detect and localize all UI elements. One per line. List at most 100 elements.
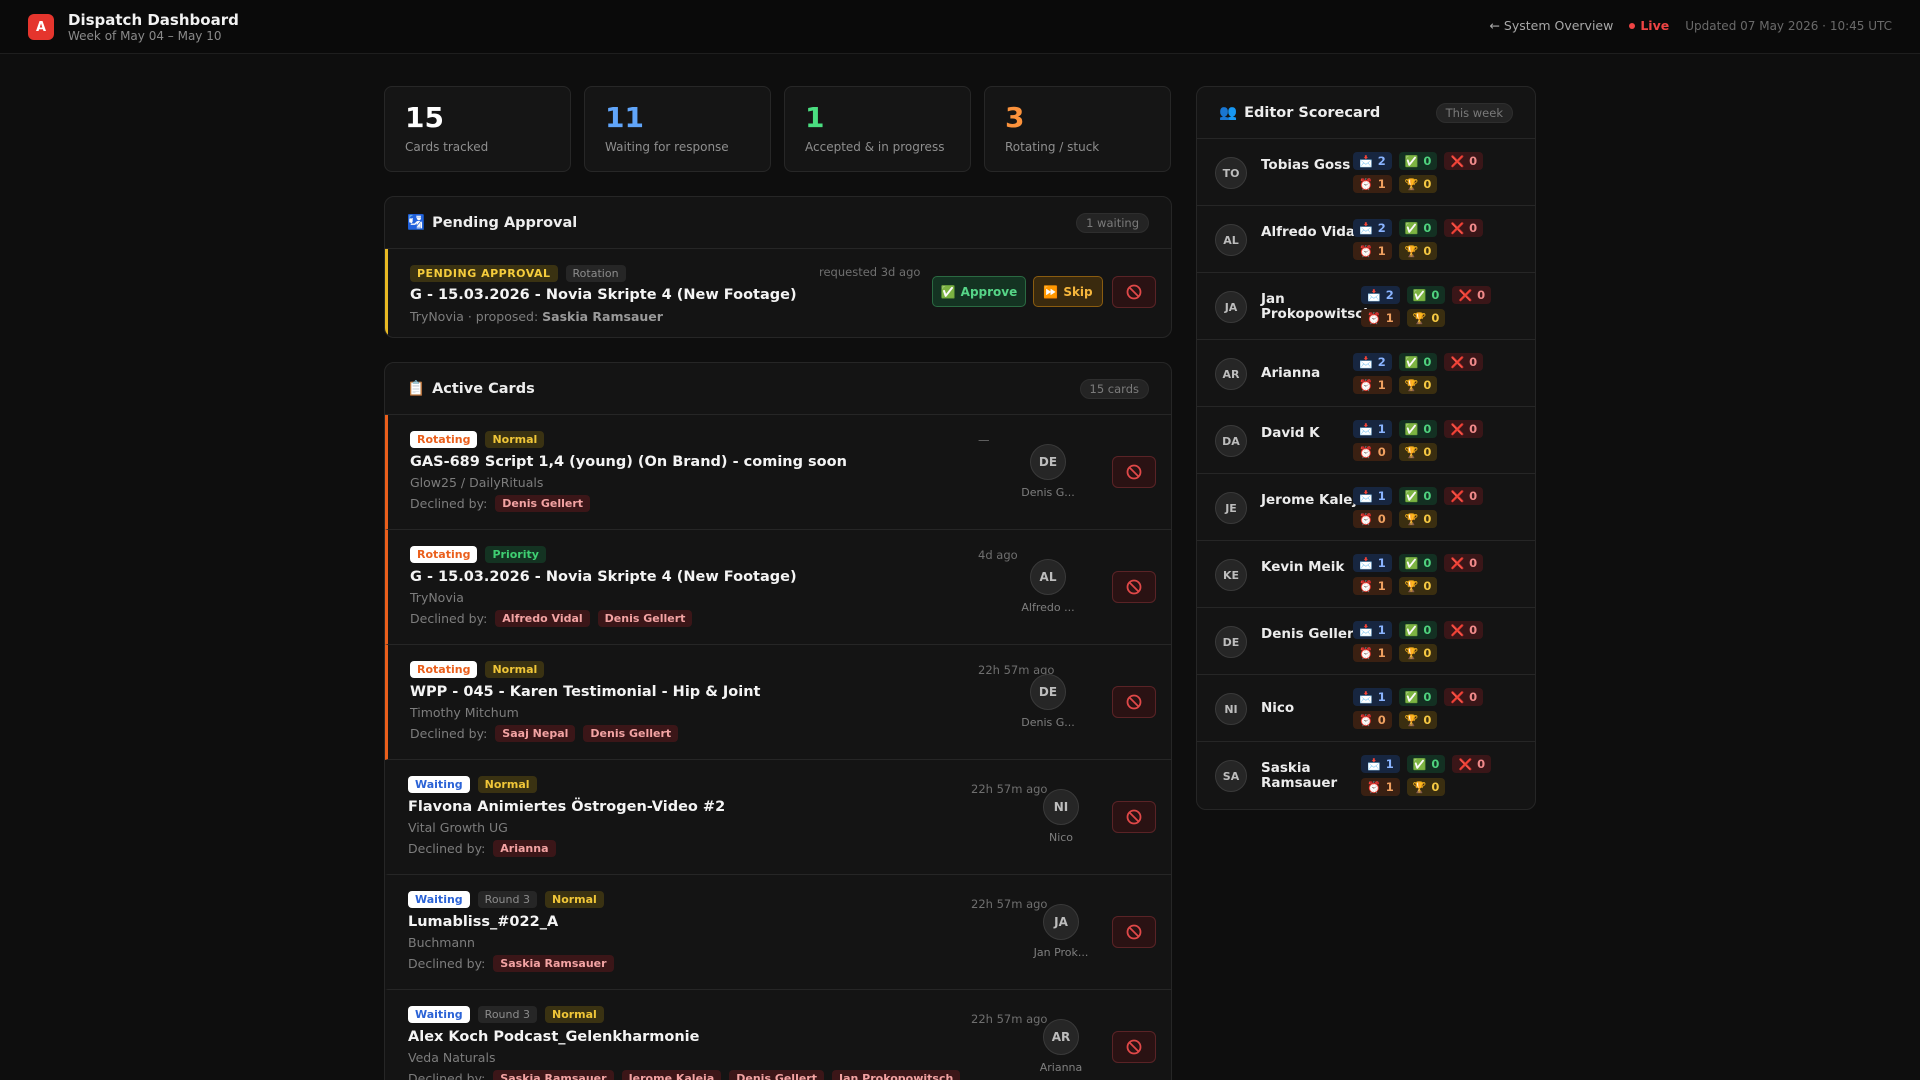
trophy-stat: 🏆 0: [1398, 242, 1438, 260]
app-logo: A: [28, 14, 54, 40]
avatar: NI: [1043, 789, 1079, 825]
reject-button[interactable]: [1112, 916, 1156, 948]
card-client: Veda Naturals: [408, 1050, 496, 1065]
accepted-count: 0: [1423, 221, 1432, 235]
skip-button[interactable]: ⏩ Skip: [1033, 276, 1103, 307]
trophy-count: 0: [1423, 512, 1432, 526]
pending-card-title[interactable]: G - 15.03.2026 - Novia Skripte 4 (New Fo…: [410, 287, 797, 303]
check-icon: ✅: [1404, 623, 1419, 637]
editor-row[interactable]: SA Saskia Ramsauer 📩 1 ✅ 0 ❌ 0 ⏰ 1 🏆 0: [1197, 742, 1535, 809]
priority-badge: Normal: [544, 1006, 604, 1023]
cross-icon: ❌: [1458, 757, 1473, 771]
pending-panel-title: 🛂 Pending Approval: [407, 214, 577, 232]
assignee-name: Denis G...: [1021, 486, 1075, 499]
declined-label: Declined by:: [410, 726, 488, 741]
timeout-count: 1: [1377, 177, 1386, 191]
declined-by-line: Declined by: Arianna: [408, 840, 556, 857]
avatar: KE: [1215, 559, 1247, 591]
editor-stats: 📩 1 ✅ 0 ❌ 0 ⏰ 1 🏆 0: [1353, 621, 1484, 662]
editor-stats: 📩 1 ✅ 0 ❌ 0 ⏰ 0 🏆 0: [1353, 688, 1484, 729]
trophy-stat: 🏆 0: [1398, 175, 1438, 193]
trophy-icon: 🏆: [1404, 378, 1419, 392]
card-title[interactable]: G - 15.03.2026 - Novia Skripte 4 (New Fo…: [410, 569, 797, 585]
sent-count: 1: [1377, 489, 1386, 503]
card-title[interactable]: WPP - 045 - Karen Testimonial - Hip & Jo…: [410, 684, 761, 700]
editor-row[interactable]: TO Tobias Goss 📩 2 ✅ 0 ❌ 0 ⏰ 1 🏆 0: [1197, 139, 1535, 206]
round-badge: Round 3: [477, 1006, 537, 1023]
declined-label: Declined by:: [408, 956, 486, 971]
editor-row[interactable]: DE Denis Gellert 📩 1 ✅ 0 ❌ 0 ⏰ 1 🏆 0: [1197, 608, 1535, 675]
accepted-stat: ✅ 0: [1398, 688, 1438, 706]
editor-row[interactable]: AL Alfredo Vidal 📩 2 ✅ 0 ❌ 0 ⏰ 1 🏆 0: [1197, 206, 1535, 273]
status-badge: Waiting: [408, 776, 470, 793]
accepted-stat: ✅ 0: [1406, 755, 1446, 773]
cross-icon: ❌: [1450, 690, 1465, 704]
timeout-count: 1: [1385, 780, 1394, 794]
reject-button[interactable]: [1112, 276, 1156, 308]
scorecard-title: 👥 Editor Scorecard: [1219, 104, 1380, 122]
card-row[interactable]: Waiting Round 3 Normal 22h 57m ago Alex Ko…: [385, 990, 1171, 1080]
card-title[interactable]: Lumabliss_#022_A: [408, 914, 558, 930]
card-title[interactable]: Alex Koch Podcast_Gelenkharmonie: [408, 1029, 699, 1045]
proposed-by: Saskia Ramsauer: [542, 309, 663, 324]
active-panel-title: 📋 Active Cards: [407, 380, 535, 398]
editor-row[interactable]: DA David K 📩 1 ✅ 0 ❌ 0 ⏰ 0 🏆 0: [1197, 407, 1535, 474]
card-title[interactable]: GAS-689 Script 1,4 (young) (On Brand) - …: [410, 454, 847, 470]
cross-icon: ❌: [1450, 422, 1465, 436]
declined-count: 0: [1469, 623, 1478, 637]
avatar: TO: [1215, 157, 1247, 189]
editor-row[interactable]: KE Kevin Meik 📩 1 ✅ 0 ❌ 0 ⏰ 1 🏆 0: [1197, 541, 1535, 608]
assignee-name: Nico: [1048, 831, 1074, 844]
reject-button[interactable]: [1112, 1031, 1156, 1063]
editor-row[interactable]: NI Nico 📩 1 ✅ 0 ❌ 0 ⏰ 0 🏆 0: [1197, 675, 1535, 742]
card-row[interactable]: Rotating Normal — GAS-689 Script 1,4 (you…: [385, 415, 1171, 530]
card-row[interactable]: Waiting Round 3 Normal 22h 57m ago Lumabli…: [385, 875, 1171, 990]
reject-button[interactable]: [1112, 801, 1156, 833]
declined-count: 0: [1469, 221, 1478, 235]
pending-item[interactable]: PENDING APPROVAL Rotation requested 3d a…: [385, 249, 1171, 337]
trophy-icon: 🏆: [1404, 646, 1419, 660]
declined-editor-chip: Arianna: [493, 840, 556, 857]
reject-button[interactable]: [1112, 571, 1156, 603]
card-client: Timothy Mitchum: [410, 705, 519, 720]
card-row[interactable]: Rotating Priority 4d ago G - 15.03.2026 -…: [385, 530, 1171, 645]
card-row[interactable]: Rotating Normal 22h 57m ago WPP - 045 - K…: [385, 645, 1171, 760]
editor-stats: 📩 1 ✅ 0 ❌ 0 ⏰ 1 🏆 0: [1353, 554, 1484, 595]
timeout-stat: ⏰ 1: [1361, 309, 1400, 327]
editor-row[interactable]: AR Arianna 📩 2 ✅ 0 ❌ 0 ⏰ 1 🏆 0: [1197, 340, 1535, 407]
trophy-stat: 🏆 0: [1398, 443, 1438, 461]
card-title[interactable]: Flavona Animiertes Östrogen-Video #2: [408, 799, 725, 815]
timeout-stat: ⏰ 0: [1353, 443, 1392, 461]
editor-stats: 📩 1 ✅ 0 ❌ 0 ⏰ 1 🏆 0: [1361, 755, 1492, 796]
assignee: AL Alfredo ...: [1012, 559, 1084, 614]
stat-label: Cards tracked: [405, 139, 489, 154]
check-icon: ✅: [1404, 690, 1419, 704]
avatar: DE: [1215, 626, 1247, 658]
sent-count: 1: [1377, 422, 1386, 436]
card-row[interactable]: Waiting Normal 22h 57m ago Flavona Animie…: [385, 760, 1171, 875]
check-icon: ✅: [1412, 757, 1427, 771]
sent-stat: 📩 2: [1361, 286, 1400, 304]
check-icon: ✅: [1404, 355, 1419, 369]
round-badge: Round 3: [477, 891, 537, 908]
stats-row: 15 Cards tracked 11 Waiting for response…: [384, 86, 1171, 172]
priority-badge: Normal: [477, 776, 537, 793]
card-client: TryNovia: [410, 590, 464, 605]
system-overview-link[interactable]: ← System Overview: [1489, 18, 1613, 33]
live-indicator: Live: [1629, 18, 1669, 33]
mailbox-icon: 📩: [1359, 422, 1373, 436]
reject-button[interactable]: [1112, 456, 1156, 488]
reject-button[interactable]: [1112, 686, 1156, 718]
declined-label: Declined by:: [408, 1071, 486, 1080]
stat-value: 1: [805, 101, 825, 134]
sent-count: 2: [1377, 154, 1386, 168]
trophy-icon: 🏆: [1404, 713, 1419, 727]
declined-editor-chip: Alfredo Vidal: [495, 610, 590, 627]
block-icon: [1126, 1039, 1142, 1055]
stat-cards-tracked: 15 Cards tracked: [384, 86, 571, 172]
declined-editor-chip: Denis Gellert: [729, 1070, 824, 1080]
editor-row[interactable]: JA Jan Prokopowitsch 📩 2 ✅ 0 ❌ 0 ⏰ 1 🏆 0: [1197, 273, 1535, 340]
approve-button[interactable]: ✅ Approve: [932, 276, 1026, 307]
editor-row[interactable]: JE Jerome Kaleja 📩 1 ✅ 0 ❌ 0 ⏰ 0 🏆 0: [1197, 474, 1535, 541]
avatar: JE: [1215, 492, 1247, 524]
